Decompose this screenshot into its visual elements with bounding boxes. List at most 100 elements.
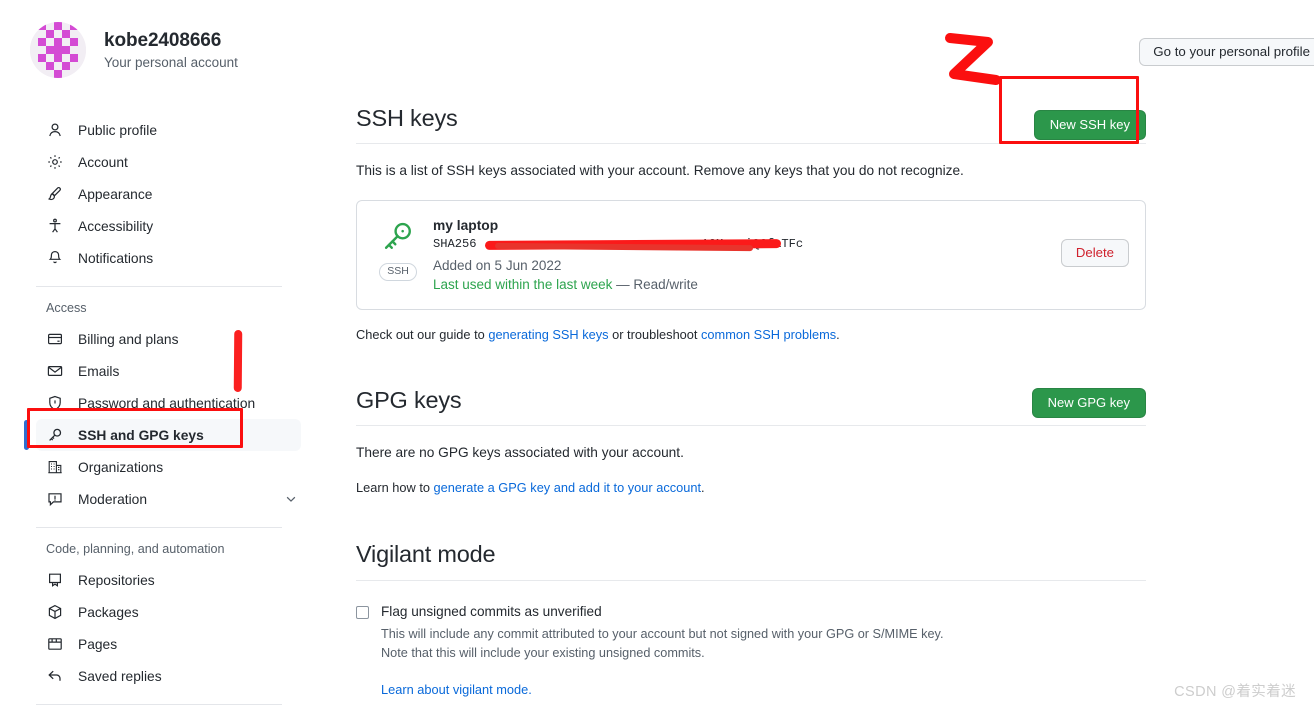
vigilant-checkbox-label: Flag unsigned commits as unverified: [381, 603, 602, 619]
account-name: kobe2408666: [104, 30, 222, 52]
ssh-help-text: Check out our guide to generating SSH ke…: [356, 327, 1146, 342]
new-ssh-key-button[interactable]: New SSH key: [1033, 110, 1146, 140]
avatar: [30, 22, 86, 78]
ssh-key-row: SSH my laptop SHA256:AAAAB3NzaC1yc2EAAAA…: [356, 199, 1146, 310]
sidebar-item-label: Public profile: [78, 122, 157, 138]
gpg-empty-text: There are no GPG keys associated with yo…: [356, 444, 684, 460]
repo-icon: [46, 571, 64, 589]
go-to-personal-profile-button[interactable]: Go to your personal profile: [1139, 38, 1314, 66]
chevron-down-icon[interactable]: [284, 492, 298, 506]
gear-icon: [46, 153, 64, 171]
hint-suffix: .: [836, 326, 840, 342]
paintbrush-icon: [46, 185, 64, 203]
fingerprint-prefix: SHA256: [433, 236, 477, 251]
sidebar-divider: [36, 704, 282, 705]
sidebar-item-appearance[interactable]: Appearance: [36, 178, 306, 210]
sidebar-divider: [36, 286, 282, 287]
sidebar-item-label: Packages: [78, 604, 139, 620]
sidebar-item-label: Emails: [78, 363, 120, 379]
redaction-stroke: [494, 242, 754, 251]
sidebar-item-label: Notifications: [78, 250, 154, 266]
reply-icon: [46, 667, 64, 685]
vigilant-learn-text: Learn about vigilant mode.: [381, 682, 1146, 697]
learn-prefix: Learn how to: [356, 480, 434, 496]
sidebar-item-password-and-authentication[interactable]: Password and authentication: [36, 387, 306, 419]
sidebar-item-label: Account: [78, 154, 128, 170]
ssh-key-info: my laptop SHA256:AAAAB3NzaC1yc2EAAAADAQA…: [421, 217, 1061, 292]
sidebar-item-repositories[interactable]: Repositories: [36, 564, 306, 596]
ssh-key-usage: Last used within the last week — Read/wr…: [433, 277, 1061, 292]
key-icon: [381, 219, 415, 258]
sidebar-item-packages[interactable]: Packages: [36, 596, 306, 628]
ssh-badge: SSH: [379, 262, 417, 281]
sidebar-section-access: Access: [46, 301, 87, 315]
sidebar-item-moderation[interactable]: Moderation: [36, 483, 306, 515]
hint-prefix: Check out our guide to: [356, 326, 489, 342]
sidebar-item-label: Repositories: [78, 572, 155, 588]
annotation-step-two: [944, 30, 1004, 92]
sidebar-item-label: Password and authentication: [78, 395, 256, 411]
ssh-keys-header: SSH keys New SSH key: [356, 104, 1146, 145]
gpg-keys-title: GPG keys: [356, 386, 462, 413]
learn-about-vigilant-mode-link[interactable]: Learn about vigilant mode.: [381, 682, 532, 697]
ssh-keys-description: This is a list of SSH keys associated wi…: [356, 163, 964, 179]
accessibility-icon: [46, 217, 64, 235]
generating-ssh-keys-link[interactable]: generating SSH keys: [488, 327, 608, 342]
main-content: Go to your personal profile SSH keys New…: [356, 0, 1314, 697]
sidebar-item-saved-replies[interactable]: Saved replies: [36, 660, 306, 692]
browser-icon: [46, 635, 64, 653]
common-ssh-problems-link[interactable]: common SSH problems: [701, 327, 836, 342]
ssh-key-last-used: Last used within the last week: [433, 276, 613, 292]
sidebar-item-account[interactable]: Account: [36, 146, 306, 178]
ssh-key-fingerprint: SHA256:AAAAB3NzaC1yc2EAAAADAQABAAABgQA3M…: [433, 237, 1061, 251]
new-gpg-key-button[interactable]: New GPG key: [1031, 387, 1146, 418]
gpg-keys-header: GPG keys New GPG key: [356, 386, 1146, 426]
account-header: kobe2408666 Your personal account: [0, 22, 330, 78]
sidebar-item-label: Organizations: [78, 459, 164, 475]
sidebar-item-organizations[interactable]: Organizations: [36, 451, 306, 483]
section-rule: [356, 143, 1146, 145]
vigilant-mode-title: Vigilant mode: [356, 541, 496, 568]
vigilant-sub-line-2: Note that this will include your existin…: [381, 645, 705, 660]
section-rule: [356, 424, 1146, 426]
ssh-key-title: my laptop: [433, 217, 499, 233]
organization-icon: [46, 458, 64, 476]
settings-page: kobe2408666 Your personal account Public…: [0, 0, 1314, 711]
delete-ssh-key-button[interactable]: Delete: [1060, 238, 1129, 267]
sidebar-item-label: Pages: [78, 636, 118, 652]
section-rule: [356, 579, 1146, 581]
key-icon: [46, 426, 64, 444]
report-icon: [46, 490, 64, 508]
shield-icon: [46, 394, 64, 412]
sidebar-item-notifications[interactable]: Notifications: [36, 242, 306, 274]
ssh-key-added: Added on 5 Jun 2022: [433, 257, 562, 273]
bell-icon: [46, 249, 64, 267]
sidebar-item-label: Accessibility: [78, 218, 154, 234]
sidebar-item-accessibility[interactable]: Accessibility: [36, 210, 306, 242]
sidebar-item-billing-and-plans[interactable]: Billing and plans: [36, 323, 306, 355]
sidebar-section-code: Code, planning, and automation: [46, 542, 225, 556]
sidebar-item-label: Billing and plans: [78, 331, 179, 347]
sidebar-item-ssh-and-gpg-keys[interactable]: SSH and GPG keys: [24, 419, 301, 451]
flag-unsigned-commits-checkbox[interactable]: [356, 605, 369, 619]
gpg-help-text: Learn how to generate a GPG key and add …: [356, 480, 1146, 495]
vigilant-mode-header: Vigilant mode: [356, 540, 1146, 581]
personal-profile-button-wrap: Go to your personal profile: [1139, 38, 1314, 66]
sidebar-item-label: Saved replies: [78, 668, 162, 684]
generate-gpg-key-link[interactable]: generate a GPG key and add it to your ac…: [434, 480, 701, 495]
sidebar-item-public-profile[interactable]: Public profile: [36, 114, 306, 146]
vigilant-checkbox-row[interactable]: Flag unsigned commits as unverified This…: [356, 603, 1146, 662]
hint-middle: or troubleshoot: [608, 326, 702, 342]
credit-card-icon: [46, 330, 64, 348]
vigilant-checkbox-text: Flag unsigned commits as unverified This…: [381, 603, 943, 662]
account-subtitle: Your personal account: [104, 54, 238, 70]
sidebar-nav: Public profile Account Appearance Access…: [0, 114, 330, 711]
ssh-keys-title: SSH keys: [356, 105, 458, 131]
sidebar-divider: [36, 527, 282, 528]
sidebar-item-pages[interactable]: Pages: [36, 628, 306, 660]
sidebar-item-label: SSH and GPG keys: [78, 427, 204, 443]
watermark: CSDN @着实着迷: [1174, 684, 1296, 700]
annotation-stroke-one: [233, 329, 243, 393]
sidebar-item-emails[interactable]: Emails: [36, 355, 306, 387]
ssh-key-access: — Read/write: [616, 276, 698, 292]
